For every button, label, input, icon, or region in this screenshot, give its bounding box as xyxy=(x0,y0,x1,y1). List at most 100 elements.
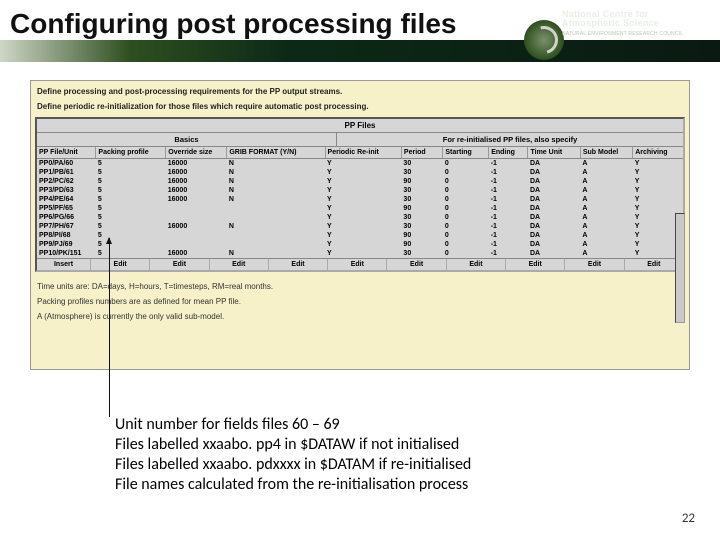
column-header: Packing profile xyxy=(96,147,166,159)
table-cell: 0 xyxy=(443,231,489,240)
edit-button[interactable]: Edit xyxy=(150,259,209,270)
column-header: PP File/Unit xyxy=(37,147,96,159)
edit-button[interactable]: Edit xyxy=(210,259,269,270)
table-cell: 5 xyxy=(96,195,166,204)
table-cell: PP8/PI/68 xyxy=(37,231,96,240)
table-cell: -1 xyxy=(489,186,528,195)
table-cell: Y xyxy=(633,204,683,213)
pp-files-title: PP Files xyxy=(37,119,683,133)
scrollbar[interactable] xyxy=(675,213,685,323)
table-cell: DA xyxy=(528,204,580,213)
column-header: GRIB FORMAT (Y/N) xyxy=(227,147,325,159)
ncas-logo: National Centre for Atmospheric Science … xyxy=(562,10,712,37)
table-cell: PP6/PG/66 xyxy=(37,213,96,222)
table-cell: A xyxy=(580,240,632,249)
column-header: Time Unit xyxy=(528,147,580,159)
table-cell: 30 xyxy=(401,168,442,177)
table-cell: Y xyxy=(325,231,401,240)
insert-button[interactable]: Insert xyxy=(37,259,91,270)
table-cell: Y xyxy=(325,177,401,186)
table-cell xyxy=(166,213,227,222)
table-cell: -1 xyxy=(489,249,528,258)
table-row[interactable]: PP4/PE/64516000NY300-1DAAY xyxy=(37,195,683,204)
table-row[interactable]: PP2/PC/62516000NY900-1DAAY xyxy=(37,177,683,186)
note-line: A (Atmosphere) is currently the only val… xyxy=(37,312,683,321)
pp-files-box: PP Files Basics For re-initialised PP fi… xyxy=(35,117,685,272)
table-row[interactable]: PP9/PJ/695Y900-1DAAY xyxy=(37,240,683,249)
table-cell: 5 xyxy=(96,249,166,258)
table-cell: A xyxy=(580,231,632,240)
pp-files-table: PP File/UnitPacking profileOverride size… xyxy=(37,147,683,258)
table-cell: DA xyxy=(528,168,580,177)
table-cell: Y xyxy=(633,195,683,204)
column-header: Override size xyxy=(166,147,227,159)
table-cell: -1 xyxy=(489,231,528,240)
table-cell: 16000 xyxy=(166,186,227,195)
table-row[interactable]: PP0/PA/60516000NY300-1DAAY xyxy=(37,159,683,169)
table-row[interactable]: PP3/PD/63516000NY300-1DAAY xyxy=(37,186,683,195)
table-cell: Y xyxy=(325,213,401,222)
table-cell: 0 xyxy=(443,222,489,231)
table-cell: PP1/PB/61 xyxy=(37,168,96,177)
table-cell xyxy=(227,204,325,213)
table-row[interactable]: PP6/PG/665Y300-1DAAY xyxy=(37,213,683,222)
table-row[interactable]: PP8/PI/685Y900-1DAAY xyxy=(37,231,683,240)
table-cell: PP3/PD/63 xyxy=(37,186,96,195)
table-cell: A xyxy=(580,159,632,169)
table-cell: -1 xyxy=(489,213,528,222)
table-cell: A xyxy=(580,222,632,231)
edit-button[interactable]: Edit xyxy=(447,259,506,270)
table-cell: PP4/PE/64 xyxy=(37,195,96,204)
table-cell: A xyxy=(580,177,632,186)
table-cell: PP7/PH/67 xyxy=(37,222,96,231)
panel-intro: Define processing and post-processing re… xyxy=(31,81,689,111)
table-cell xyxy=(227,213,325,222)
column-header: Archiving xyxy=(633,147,683,159)
table-cell: A xyxy=(580,249,632,258)
spiral-icon xyxy=(524,20,564,60)
table-cell: 16000 xyxy=(166,249,227,258)
table-cell: 5 xyxy=(96,204,166,213)
edit-button[interactable]: Edit xyxy=(565,259,624,270)
section-basics: Basics xyxy=(37,133,337,146)
table-cell: Y xyxy=(325,240,401,249)
table-row[interactable]: PP10/PK/151516000NY300-1DAAY xyxy=(37,249,683,258)
column-header: Starting xyxy=(443,147,489,159)
table-cell: DA xyxy=(528,231,580,240)
table-cell: DA xyxy=(528,186,580,195)
table-cell: 5 xyxy=(96,186,166,195)
table-row[interactable]: PP1/PB/61516000NY300-1DAAY xyxy=(37,168,683,177)
caption-line: File names calculated from the re-initia… xyxy=(115,475,655,495)
table-cell: -1 xyxy=(489,168,528,177)
table-cell: Y xyxy=(633,177,683,186)
table-cell: 0 xyxy=(443,204,489,213)
edit-button[interactable]: Edit xyxy=(387,259,446,270)
table-cell: 90 xyxy=(401,204,442,213)
table-cell: N xyxy=(227,159,325,169)
edit-button[interactable]: Edit xyxy=(506,259,565,270)
table-cell: PP0/PA/60 xyxy=(37,159,96,169)
column-header: Period xyxy=(401,147,442,159)
note-line: Packing profiles numbers are as defined … xyxy=(37,297,683,306)
table-cell: N xyxy=(227,222,325,231)
table-header-row: PP File/UnitPacking profileOverride size… xyxy=(37,147,683,159)
table-cell: N xyxy=(227,186,325,195)
header-band xyxy=(0,40,720,62)
table-cell xyxy=(227,231,325,240)
table-row[interactable]: PP7/PH/67516000NY300-1DAAY xyxy=(37,222,683,231)
table-cell: Y xyxy=(633,159,683,169)
edit-button[interactable]: Edit xyxy=(91,259,150,270)
table-cell xyxy=(166,204,227,213)
table-cell: PP10/PK/151 xyxy=(37,249,96,258)
column-header: Periodic Re-init xyxy=(325,147,401,159)
column-header: Ending xyxy=(489,147,528,159)
edit-button[interactable]: Edit xyxy=(328,259,387,270)
edit-button[interactable]: Edit xyxy=(269,259,328,270)
intro-line: Define processing and post-processing re… xyxy=(37,87,683,96)
table-cell: 0 xyxy=(443,240,489,249)
table-cell: 5 xyxy=(96,222,166,231)
table-row[interactable]: PP5/PF/655Y900-1DAAY xyxy=(37,204,683,213)
table-cell: N xyxy=(227,168,325,177)
table-cell: 16000 xyxy=(166,168,227,177)
table-cell: Y xyxy=(325,168,401,177)
